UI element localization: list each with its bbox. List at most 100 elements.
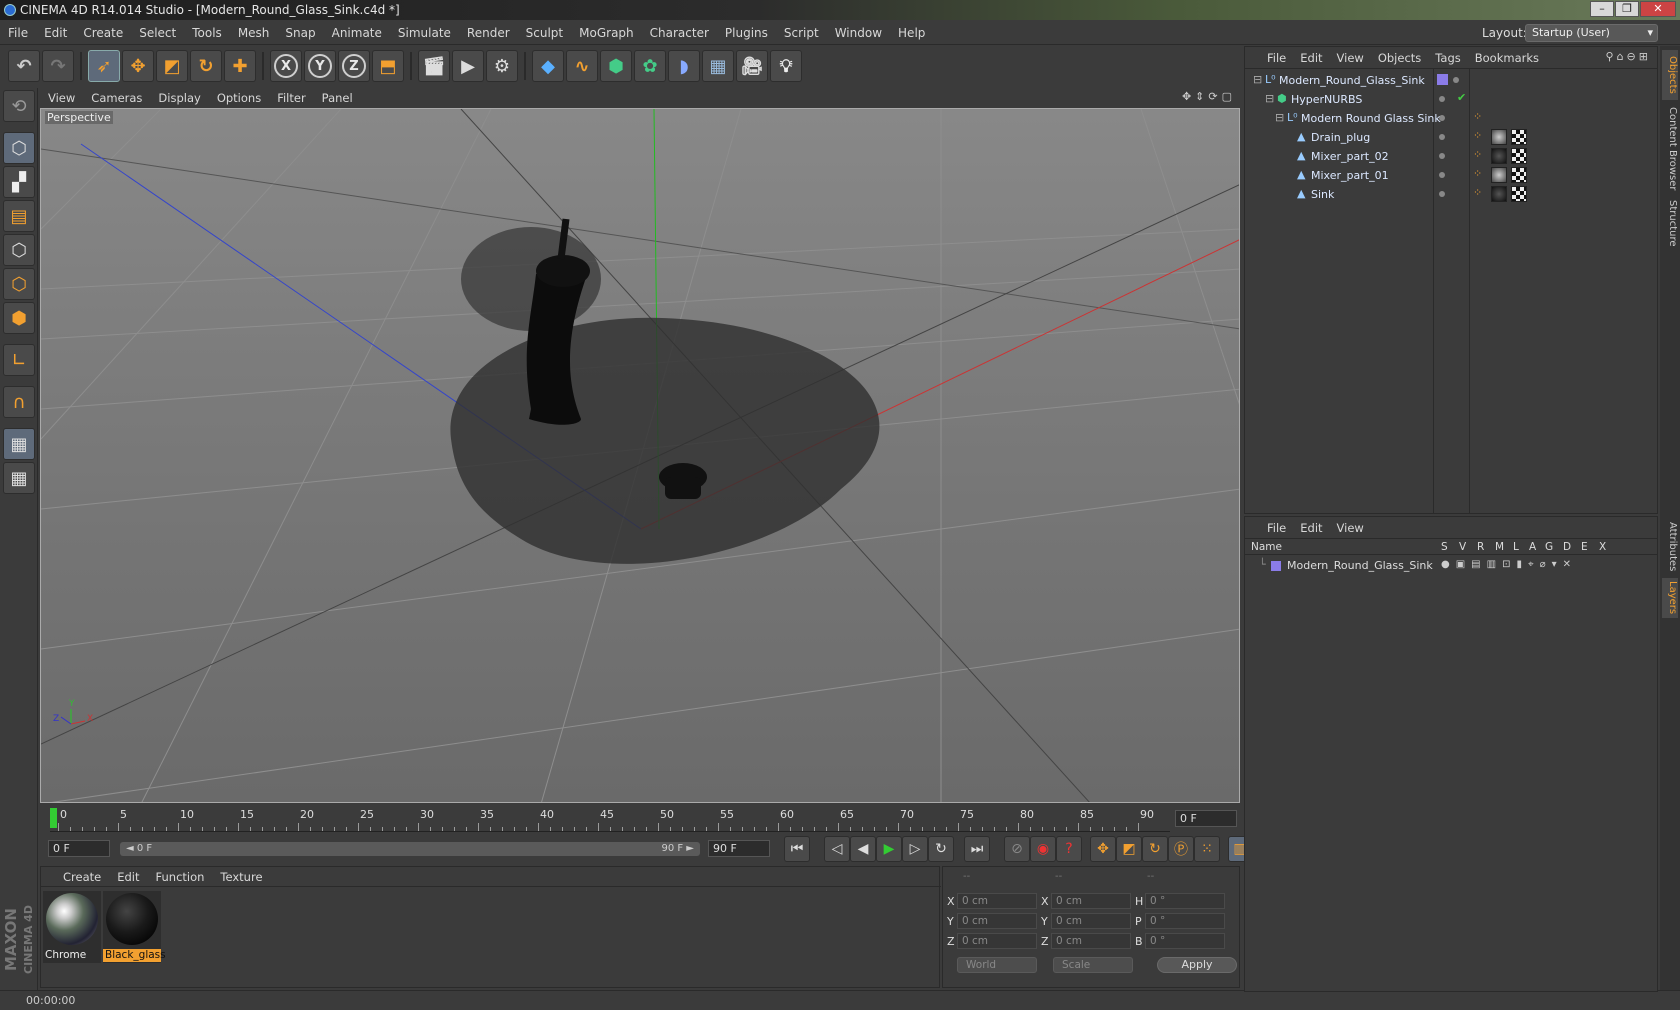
layer-toggle-icons[interactable]: ●▣▤▥⊡▮⌖⌀▾✕	[1441, 559, 1577, 570]
layer-menu-file[interactable]: File	[1245, 517, 1293, 539]
menu-create[interactable]: Create	[75, 21, 131, 45]
layer-row[interactable]: └ Modern_Round_Glass_Sink ●▣▤▥⊡▮⌖⌀▾✕	[1245, 557, 1657, 575]
size-z-field[interactable]: 0 cm	[1051, 933, 1131, 949]
record-keys-button[interactable]: ⊘	[1004, 836, 1030, 862]
uvw-tag-icon[interactable]	[1511, 167, 1527, 183]
phong-tag-icon[interactable]: ⁘	[1473, 186, 1482, 199]
key-parameter-button[interactable]: Ⓟ	[1168, 836, 1194, 862]
material-tag-icon[interactable]	[1491, 129, 1507, 145]
uvw-tag-icon[interactable]	[1511, 186, 1527, 202]
phong-tag-icon[interactable]: ⁘	[1473, 110, 1482, 123]
layer-color-swatch[interactable]	[1437, 74, 1448, 85]
previous-frame-button[interactable]: ◀	[850, 836, 876, 862]
scale-tool-button[interactable]: ◩	[156, 50, 188, 82]
tree-row[interactable]: ▲ Mixer_part_02 ⁘	[1245, 147, 1657, 166]
size-mode-dropdown[interactable]: Scale	[1053, 957, 1133, 973]
next-frame-button[interactable]: ▷	[902, 836, 928, 862]
tree-row[interactable]: ⊟ L⁰ Modern Round Glass Sink ⁘	[1245, 109, 1657, 128]
tree-row[interactable]: ⊟ L⁰ Modern_Round_Glass_Sink	[1245, 71, 1657, 90]
visibility-dot[interactable]	[1439, 153, 1445, 159]
column-header-generators[interactable]: G	[1545, 541, 1553, 553]
render-view-button[interactable]: 🎬︎	[418, 50, 450, 82]
column-header-render[interactable]: R	[1477, 541, 1484, 553]
viewport-menu-view[interactable]: View	[40, 88, 83, 108]
tree-row[interactable]: ▲ Drain_plug ⁘	[1245, 128, 1657, 147]
close-button[interactable]: ✕	[1640, 1, 1676, 17]
end-frame-field[interactable]: 0 F	[1175, 810, 1237, 827]
menu-file[interactable]: File	[0, 21, 36, 45]
tree-row[interactable]: ▲ Mixer_part_01 ⁘	[1245, 166, 1657, 185]
add-camera-button[interactable]: 🎥︎	[736, 50, 768, 82]
visibility-dot[interactable]	[1439, 134, 1445, 140]
viewport-menu-panel[interactable]: Panel	[314, 88, 361, 108]
redo-button[interactable]: ↷	[42, 50, 74, 82]
menu-help[interactable]: Help	[890, 21, 933, 45]
checkmark-icon[interactable]: ✔	[1457, 91, 1466, 104]
column-header-view[interactable]: V	[1459, 541, 1466, 553]
make-editable-button[interactable]: ⟲	[3, 90, 35, 122]
key-rotation-button[interactable]: ↻	[1142, 836, 1168, 862]
move-tool-button[interactable]: ✥	[122, 50, 154, 82]
tab-objects[interactable]: Objects	[1662, 50, 1678, 100]
rotation-p-field[interactable]: 0 °	[1145, 913, 1225, 929]
edges-mode-button[interactable]: ⬡	[3, 268, 35, 300]
viewport-menu-cameras[interactable]: Cameras	[83, 88, 150, 108]
menu-edit[interactable]: Edit	[36, 21, 75, 45]
max-frame-field[interactable]: 90 F	[708, 840, 770, 857]
uvw-tag-icon[interactable]	[1511, 129, 1527, 145]
add-deformer-button[interactable]: ◗	[668, 50, 700, 82]
tab-content-browser[interactable]: Content Browser	[1662, 104, 1678, 194]
texture-mode-button[interactable]: ▞	[3, 166, 35, 198]
phong-tag-icon[interactable]: ⁘	[1473, 148, 1482, 161]
column-header-animation[interactable]: A	[1529, 541, 1536, 553]
material-black-glass[interactable]: Black_glass	[103, 891, 166, 963]
tree-row[interactable]: ⊟ ⬢ HyperNURBS ✔	[1245, 90, 1657, 109]
3d-viewport[interactable]: Perspective Y X Z	[40, 108, 1240, 803]
position-y-field[interactable]: 0 cm	[957, 913, 1037, 929]
lock-y-axis-button[interactable]: Y	[304, 50, 336, 82]
viewport-menu-display[interactable]: Display	[150, 88, 208, 108]
frame-ruler[interactable]: 0 5 10 15 20 25 30 35 40 45 50 55 60 65 70 75 80 85 90	[50, 806, 1170, 832]
menu-window[interactable]: Window	[827, 21, 890, 45]
position-x-field[interactable]: 0 cm	[957, 893, 1037, 909]
obj-menu-edit[interactable]: Edit	[1293, 47, 1329, 69]
material-menu-texture[interactable]: Texture	[212, 867, 270, 887]
add-nurbs-button[interactable]: ⬢	[600, 50, 632, 82]
size-y-field[interactable]: 0 cm	[1051, 913, 1131, 929]
keyframe-selection-button[interactable]: ?	[1056, 836, 1082, 862]
material-tag-icon[interactable]	[1491, 186, 1507, 202]
material-menu-create[interactable]: Create	[41, 867, 109, 887]
frame-range-slider[interactable]: ◄ 0 F 90 F ►	[120, 842, 700, 856]
menu-render[interactable]: Render	[459, 21, 518, 45]
lock-z-axis-button[interactable]: Z	[338, 50, 370, 82]
rotation-h-field[interactable]: 0 °	[1145, 893, 1225, 909]
visibility-dot[interactable]	[1439, 96, 1445, 102]
viewport-menu-options[interactable]: Options	[209, 88, 269, 108]
menu-sculpt[interactable]: Sculpt	[518, 21, 571, 45]
material-menu-function[interactable]: Function	[148, 867, 213, 887]
viewport-menu-filter[interactable]: Filter	[269, 88, 313, 108]
render-picture-viewer-button[interactable]: ▶	[452, 50, 484, 82]
layer-menu-view[interactable]: View	[1330, 517, 1371, 539]
obj-menu-bookmarks[interactable]: Bookmarks	[1468, 47, 1546, 69]
next-key-button[interactable]: ↻	[928, 836, 954, 862]
tree-row[interactable]: ▲ Sink ⁘	[1245, 185, 1657, 204]
points-mode-button[interactable]: ⬡	[3, 234, 35, 266]
layout-dropdown[interactable]: Startup (User) ▾	[1525, 24, 1658, 42]
visibility-dot[interactable]	[1439, 191, 1445, 197]
collapse-icon[interactable]: ⊟	[1253, 73, 1262, 86]
menu-animate[interactable]: Animate	[324, 21, 390, 45]
polygons-mode-button[interactable]: ⬢	[3, 302, 35, 334]
key-pla-button[interactable]: ⁙	[1194, 836, 1220, 862]
tab-layers[interactable]: Layers	[1662, 578, 1678, 618]
column-header-solo[interactable]: S	[1441, 541, 1448, 553]
viewport-nav-icons[interactable]: ✥⇕⟳▢	[1182, 90, 1236, 103]
axis-mode-button[interactable]: ∟	[3, 344, 35, 376]
add-array-button[interactable]: ✿	[634, 50, 666, 82]
coordinate-mode-dropdown[interactable]: World	[957, 957, 1037, 973]
menu-plugins[interactable]: Plugins	[717, 21, 776, 45]
rotate-tool-button[interactable]: ↻	[190, 50, 222, 82]
collapse-icon[interactable]: ⊟	[1275, 111, 1284, 124]
material-tag-icon[interactable]	[1491, 167, 1507, 183]
phong-tag-icon[interactable]: ⁘	[1473, 129, 1482, 142]
